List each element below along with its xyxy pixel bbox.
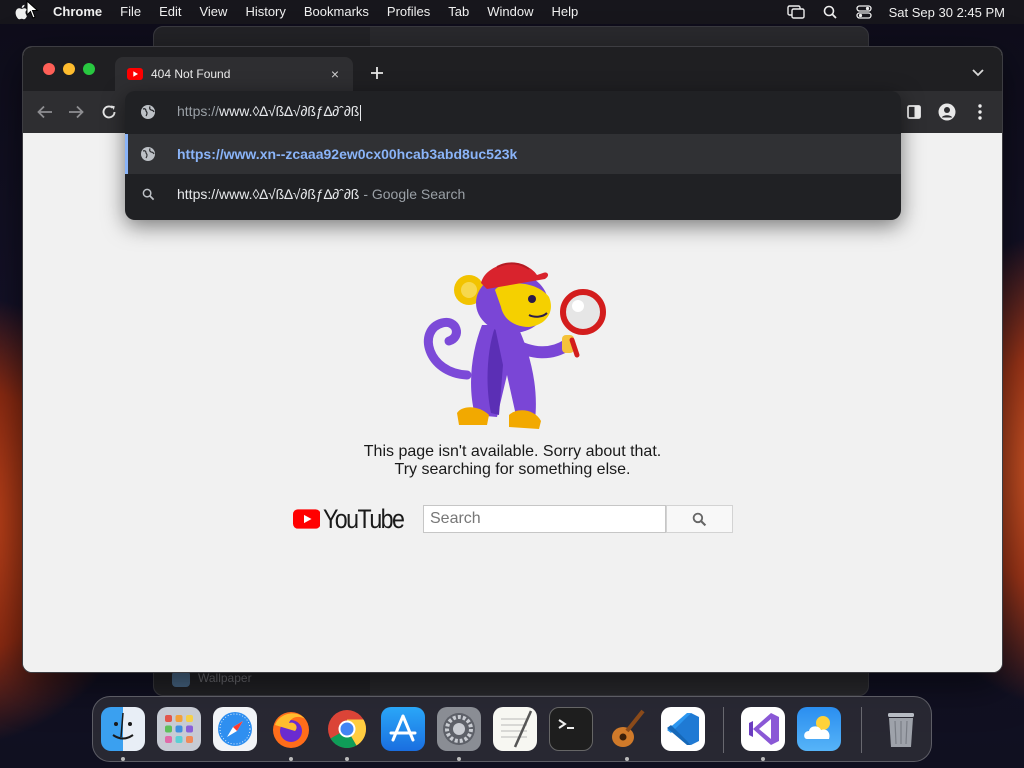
more-menu-icon[interactable] <box>968 100 992 124</box>
menu-window[interactable]: Window <box>478 0 542 24</box>
youtube-search-input[interactable]: Search <box>423 505 666 533</box>
wallpaper-icon <box>172 671 190 687</box>
trash-icon[interactable] <box>879 707 923 751</box>
menu-clock[interactable]: Sat Sep 30 2:45 PM <box>881 5 1024 20</box>
screen-mirroring-icon[interactable] <box>779 0 813 24</box>
address-bar[interactable]: https://www.◊∆√ß∆√∂ßƒ∆∂ˆ∂ß <box>125 91 901 133</box>
terminal-icon[interactable] <box>549 707 593 751</box>
safari-icon[interactable] <box>213 707 257 751</box>
side-panel-icon[interactable] <box>902 100 926 124</box>
text-caret <box>360 104 362 121</box>
running-indicator <box>289 757 293 761</box>
forward-arrow-icon[interactable] <box>64 100 88 124</box>
garageband-icon[interactable] <box>605 707 649 751</box>
globe-icon <box>141 105 155 119</box>
dock-separator <box>861 707 862 753</box>
menu-file[interactable]: File <box>111 0 150 24</box>
visual-studio-icon[interactable] <box>741 707 785 751</box>
error-message: This page isn't available. Sorry about t… <box>23 443 1002 479</box>
youtube-favicon-icon <box>127 68 143 80</box>
tab-close-icon[interactable]: × <box>323 62 347 86</box>
chrome-icon[interactable] <box>325 707 369 751</box>
error-message-line1: This page isn't available. Sorry about t… <box>363 443 662 460</box>
monkey-illustration <box>423 262 606 429</box>
spotlight-search-icon[interactable] <box>813 0 847 24</box>
running-indicator <box>761 757 765 761</box>
error-message-line2: Try searching for something else. <box>394 461 631 478</box>
new-tab-button[interactable] <box>365 61 389 85</box>
zoom-window-button[interactable] <box>83 63 95 75</box>
globe-icon <box>140 146 156 162</box>
search-icon <box>692 512 707 526</box>
suggestion-text: https://www.xn--zcaaa92ew0cx00hcab3abd8u… <box>177 146 518 162</box>
menu-history[interactable]: History <box>236 0 294 24</box>
youtube-logo[interactable]: YouTube <box>293 504 417 534</box>
url-host: www.◊∆√ß∆√∂ßƒ∆∂ˆ∂ß <box>219 103 360 120</box>
menu-tab[interactable]: Tab <box>439 0 478 24</box>
minimize-window-button[interactable] <box>63 63 75 75</box>
youtube-play-icon <box>293 509 321 529</box>
background-window-label: Wallpaper <box>198 671 252 685</box>
tab-404-not-found[interactable]: 404 Not Found × <box>115 57 353 91</box>
menu-edit[interactable]: Edit <box>150 0 190 24</box>
dock <box>92 696 932 762</box>
menu-bar: Chrome File Edit View History Bookmarks … <box>0 0 1024 24</box>
omnibox-suggestion[interactable]: https://www.xn--zcaaa92ew0cx00hcab3abd8u… <box>125 134 901 174</box>
url-scheme: https:// <box>177 103 220 120</box>
youtube-search-button[interactable] <box>666 505 733 533</box>
reload-icon[interactable] <box>97 100 121 124</box>
running-indicator <box>121 757 125 761</box>
menu-bookmarks[interactable]: Bookmarks <box>295 0 378 24</box>
control-center-icon[interactable] <box>847 0 881 24</box>
system-settings-icon[interactable] <box>437 707 481 751</box>
omnibox-dropdown: https://www.◊∆√ß∆√∂ßƒ∆∂ˆ∂ß https://www.x… <box>125 91 901 220</box>
tab-strip: 404 Not Found × <box>23 47 1002 91</box>
address-bar-text: https://www.◊∆√ß∆√∂ßƒ∆∂ˆ∂ß <box>177 103 362 121</box>
weather-icon[interactable] <box>797 707 841 751</box>
suggestion-subtext: - Google Search <box>363 186 466 202</box>
search-icon <box>140 186 156 202</box>
running-indicator <box>345 757 349 761</box>
vscode-icon[interactable] <box>661 707 705 751</box>
menu-help[interactable]: Help <box>543 0 588 24</box>
menu-view[interactable]: View <box>190 0 236 24</box>
back-arrow-icon[interactable] <box>33 100 57 124</box>
mouse-cursor-icon <box>26 0 39 19</box>
app-store-icon[interactable] <box>381 707 425 751</box>
chrome-window: 404 Not Found × https://www.◊∆√ß∆√∂ßƒ∆∂ˆ… <box>22 46 1003 673</box>
finder-icon[interactable] <box>101 707 145 751</box>
running-indicator <box>457 757 461 761</box>
menu-app-name[interactable]: Chrome <box>44 0 111 24</box>
tab-search-chevron-icon[interactable] <box>966 61 990 85</box>
suggestion-text: https://www.◊∆√ß∆√∂ßƒ∆∂ˆ∂ß <box>177 186 360 202</box>
firefox-icon[interactable] <box>269 707 313 751</box>
textedit-icon[interactable] <box>493 707 537 751</box>
running-indicator <box>625 757 629 761</box>
omnibox-suggestion[interactable]: https://www.◊∆√ß∆√∂ßƒ∆∂ˆ∂ß - Google Sear… <box>125 174 901 214</box>
launchpad-icon[interactable] <box>157 707 201 751</box>
youtube-wordmark: YouTube <box>323 503 405 534</box>
close-window-button[interactable] <box>43 63 55 75</box>
dock-separator <box>723 707 724 753</box>
menu-profiles[interactable]: Profiles <box>378 0 439 24</box>
profile-avatar-icon[interactable] <box>935 100 959 124</box>
tab-title: 404 Not Found <box>151 67 231 81</box>
